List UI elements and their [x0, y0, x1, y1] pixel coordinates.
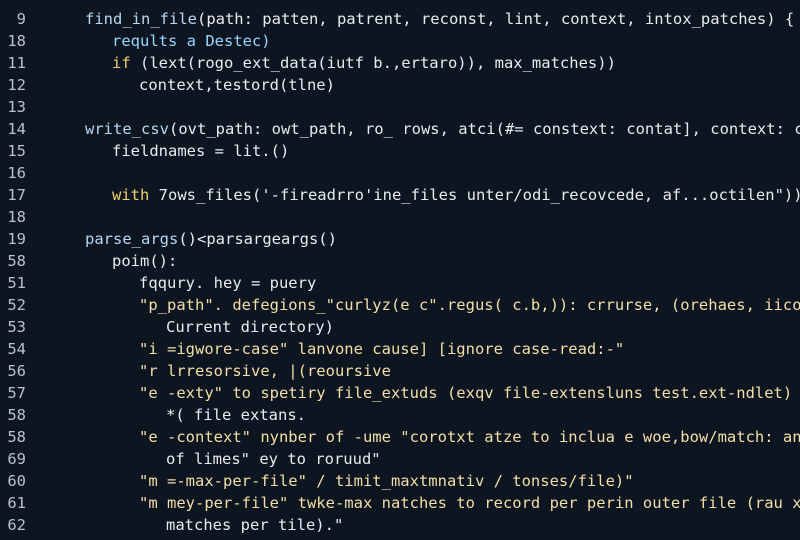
code-line[interactable]: 19 parse_args()<parsargeargs()	[0, 228, 800, 250]
code-line[interactable]: 61 "m mey-per-file" twke-max natches to r…	[0, 492, 800, 514]
code-line[interactable]: 58 poim():	[0, 250, 800, 272]
code-token-string: "p_path". defegions_"curlyz(e c".regus( …	[139, 296, 800, 314]
line-number: 18	[7, 32, 26, 50]
code-token-text: Current directory)	[166, 318, 334, 336]
code-line[interactable]: 58 *( file extans.	[0, 404, 800, 426]
line-number: 62	[7, 516, 26, 534]
code-text: "e -context" nynber of -ume "corotxt atz…	[139, 426, 800, 448]
code-text: of limes" ey to roruud"	[166, 448, 381, 470]
code-token-text: 7ows_files('-fireadrro'ine_files unter/o…	[158, 186, 800, 204]
code-text: "p_path". defegions_"curlyz(e c".regus( …	[139, 294, 800, 316]
code-text: find_in_file(path: patten, patrent, reco…	[85, 8, 794, 30]
code-line[interactable]: 54 "i =igwore-case" lanvone cause] [ignor…	[0, 338, 800, 360]
code-text: "i =igwore-case" lanvone cause] [ignore …	[139, 338, 624, 360]
code-line[interactable]: 69 of limes" ey to roruud"	[0, 448, 800, 470]
line-number: 61	[7, 494, 26, 512]
code-text: poim():	[112, 250, 177, 272]
line-number: 57	[7, 384, 26, 402]
line-number: 11	[7, 54, 26, 72]
code-token-string: "i =igwore-case" lanvone cause] [ignore …	[139, 340, 625, 358]
line-number: 52	[7, 296, 26, 314]
line-number: 12	[7, 76, 26, 94]
code-text: fqqury. hey = puery	[139, 272, 316, 294]
line-number: 18	[7, 208, 26, 226]
code-line[interactable]: 51 fqqury. hey = puery	[0, 272, 800, 294]
code-token-text: fieldnames = lit.()	[112, 142, 290, 160]
code-line[interactable]: 11 if (lext(rogo_ext_data(iutf b.,ertaro)…	[0, 52, 800, 74]
line-number: 51	[7, 274, 26, 292]
code-text: write_csv(ovt_path: owt_path, ro_ rows, …	[85, 118, 800, 140]
code-line[interactable]: 14 write_csv(ovt_path: owt_path, ro_ rows…	[0, 118, 800, 140]
code-line[interactable]: 13	[0, 96, 800, 118]
code-line[interactable]: 57 "e -exty" to spetiry file_extuds (exqv…	[0, 382, 800, 404]
line-number: 58	[7, 252, 26, 270]
code-line[interactable]: 53 Current directory)	[0, 316, 800, 338]
code-line[interactable]: 62 matches per tile)."	[0, 514, 800, 536]
code-token-text: ()<parsargeargs()	[178, 230, 337, 248]
line-number: 15	[7, 142, 26, 160]
code-line[interactable]: 18	[0, 206, 800, 228]
code-token-text: (path: patten, patrent, reconst, lint, c…	[196, 10, 795, 28]
code-line[interactable]: 17 with 7ows_files('-fireadrro'ine_files …	[0, 184, 800, 206]
code-line[interactable]: 58 "e -context" nynber of -ume "corotxt a…	[0, 426, 800, 448]
code-token-function: parse_args	[85, 230, 179, 248]
code-token-function: write_csv	[85, 120, 169, 138]
code-token-string: "m mey-per-file" twke-max natches to rec…	[139, 494, 800, 512]
code-token-text: (lext(rogo_ext_data(iutf b.,ertaro)), ma…	[140, 54, 616, 72]
code-line[interactable]: 60 "m =-max-per-file" / timit_maxtmnativ …	[0, 470, 800, 492]
code-token-text: fqqury. hey = puery	[139, 274, 317, 292]
line-number: 19	[7, 230, 26, 248]
line-number: 9	[16, 10, 26, 28]
line-number: 69	[7, 450, 26, 468]
line-number: 56	[7, 362, 26, 380]
line-number: 58	[7, 428, 26, 446]
code-line[interactable]: 63 "m -"hax-ga-file" txdd matches to incl…	[0, 536, 800, 540]
line-number: 54	[7, 340, 26, 358]
code-editor[interactable]: 9 find_in_file(path: patten, patrent, rec…	[0, 0, 800, 540]
line-number: 53	[7, 318, 26, 336]
line-number: 58	[7, 406, 26, 424]
code-text: Current directory)	[166, 316, 334, 338]
code-token-text: (ovt_path: owt_path, ro_ rows, atci(#= c…	[169, 120, 800, 138]
line-number: 63	[0, 536, 26, 540]
code-text: if (lext(rogo_ext_data(iutf b.,ertaro)),…	[112, 52, 616, 74]
code-text: "r lrresorsive, |(reoursive	[139, 360, 391, 382]
code-token-string: "r lrresorsive, |(reoursive	[139, 362, 391, 380]
code-text: "m -"hax-ga-file" txdd matches to includ…	[139, 536, 718, 540]
code-line[interactable]: 12 context,testord(tlne)	[0, 74, 800, 96]
code-token-keyword: with	[112, 186, 159, 204]
code-text: matches per tile)."	[166, 514, 343, 536]
code-token-text: context,testord(tlne)	[139, 76, 335, 94]
line-number: 13	[7, 98, 26, 116]
code-token-text: *( file extans.	[166, 406, 306, 424]
code-text: fieldnames = lit.()	[112, 140, 289, 162]
code-line[interactable]: 16	[0, 162, 800, 184]
code-token-function: find_in_file	[85, 10, 197, 28]
code-text: "m =-max-per-file" / timit_maxtmnativ / …	[139, 470, 634, 492]
line-number: 14	[7, 120, 26, 138]
code-token-variable: reqults a Destec)	[112, 32, 271, 50]
code-line[interactable]: 15 fieldnames = lit.()	[0, 140, 800, 162]
code-token-string: "m =-max-per-file" / timit_maxtmnativ / …	[139, 472, 634, 490]
code-token-text: of limes" ey to roruud"	[166, 450, 381, 468]
code-text: context,testord(tlne)	[139, 74, 335, 96]
code-text: parse_args()<parsargeargs()	[85, 228, 337, 250]
code-token-text: poim():	[112, 252, 178, 270]
code-token-keyword: if	[112, 54, 140, 72]
code-text: with 7ows_files('-fireadrro'ine_files un…	[112, 184, 800, 206]
code-token-string: "e -exty" to spetiry file_extuds (exqv f…	[139, 384, 800, 402]
code-token-text: matches per tile)."	[166, 516, 344, 534]
code-text: *( file extans.	[166, 404, 306, 426]
code-text: reqults a Destec)	[112, 30, 271, 52]
code-line[interactable]: 18 reqults a Destec)	[0, 30, 800, 52]
code-text: "m mey-per-file" twke-max natches to rec…	[139, 492, 800, 514]
code-line[interactable]: 9 find_in_file(path: patten, patrent, rec…	[0, 8, 800, 30]
line-number: 17	[7, 186, 26, 204]
code-line[interactable]: 52 "p_path". defegions_"curlyz(e c".regus…	[0, 294, 800, 316]
line-number: 16	[7, 164, 26, 182]
code-text: "e -exty" to spetiry file_extuds (exqv f…	[139, 382, 800, 404]
line-number: 60	[7, 472, 26, 490]
code-line[interactable]: 56 "r lrresorsive, |(reoursive	[0, 360, 800, 382]
code-token-string: "e -context" nynber of -ume "corotxt atz…	[139, 428, 800, 446]
